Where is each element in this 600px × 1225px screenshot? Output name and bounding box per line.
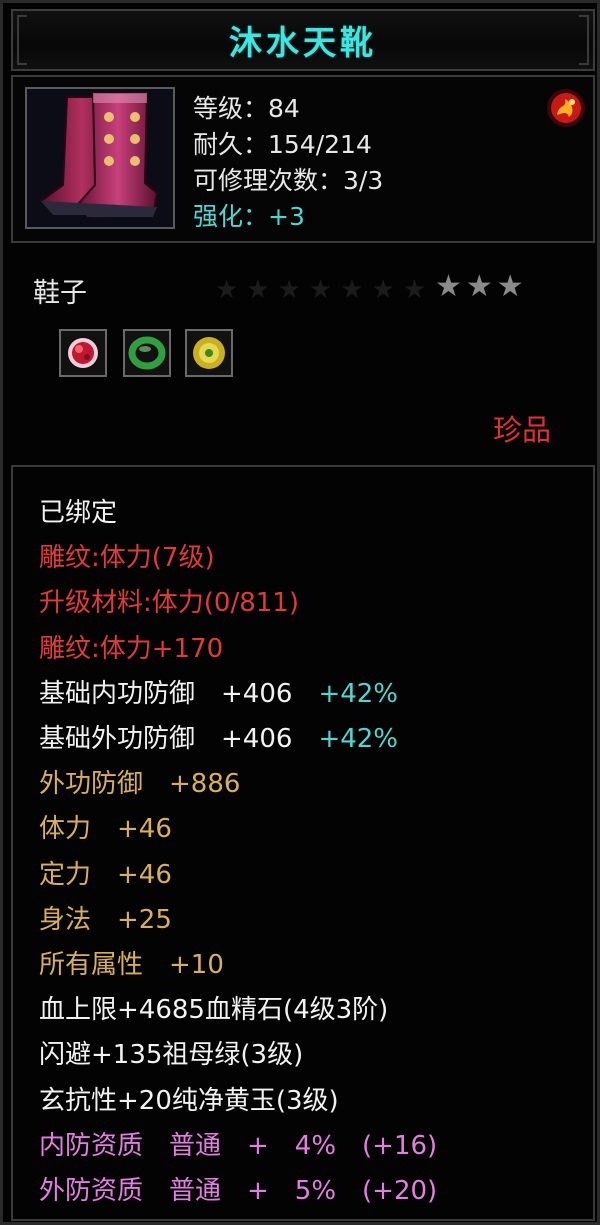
enhance-text: 强化：+3 [193,202,305,231]
base-outer-defense-percent: +42% [318,724,399,755]
green-jade-ring-icon [123,329,171,377]
engrave-line: 雕纹:体力(7级) [39,543,215,574]
rarity-label: 珍品 [492,413,551,447]
base-outer-defense-value: 基础外功防御 +406 [39,724,293,755]
title-corner-left [17,15,27,65]
yellow-jade-icon [185,329,233,377]
durability-text: 耐久：154/214 [193,130,372,159]
outer-defense-quality-line: 外防资质 普通 + 5% (+20) [39,1176,438,1207]
outer-defense-line: 外功防御 +886 [39,769,241,800]
bound-status: 已绑定 [39,498,118,528]
engrave-bonus-line: 雕纹:体力+170 [39,633,224,664]
inner-defense-quality-line: 内防资质 普通 + 4% (+16) [39,1130,438,1161]
base-outer-defense-line: 基础外功防御 +406 +42% [39,717,437,762]
level-text: 等级：84 [193,94,300,123]
fire-emblem-icon [545,87,587,129]
attributes-panel: 已绑定 雕纹:体力(7级) 升级材料:体力(0/811) 雕纹:体力+170 基… [11,465,595,1221]
hp-gem-line: 血上限+4685血精石(4级3阶) [39,995,389,1026]
item-header-panel: 等级：84 耐久：154/214 可修理次数：3/3 强化：+3 [11,75,595,243]
item-stats: 等级：84 耐久：154/214 可修理次数：3/3 强化：+3 [193,91,383,235]
title-bar: 沐水天靴 [11,9,595,71]
base-inner-defense-line: 基础内功防御 +406 +42% [39,672,437,717]
dodge-gem-line: 闪避+135祖母绿(3级) [39,1040,304,1071]
red-gem-icon [59,329,107,377]
agility-line: 身法 +25 [39,904,172,935]
faded-star-rating: ★★★★★★★ [215,275,435,305]
focus-line: 定力 +46 [39,859,172,890]
star-rating: ★★★ [435,269,528,304]
repair-count-text: 可修理次数：3/3 [193,166,384,195]
boots-icon [25,87,175,229]
item-tooltip: 沐水天靴 等级：84 耐久：154/214 可修理次数：3/3 强化：+3 鞋子… [0,0,600,1225]
attribute-list: 已绑定 雕纹:体力(7级) 升级材料:体力(0/811) 雕纹:体力+170 基… [39,491,437,1214]
base-inner-defense-percent: +42% [318,678,399,709]
all-attributes-line: 所有属性 +10 [39,950,224,981]
xuan-resist-gem-line: 玄抗性+20纯净黄玉(3级) [39,1085,339,1116]
stamina-line: 体力 +46 [39,814,172,845]
item-type: 鞋子 [33,278,87,309]
item-name: 沐水天靴 [229,23,377,62]
base-inner-defense-value: 基础内功防御 +406 [39,678,293,709]
upgrade-material-line: 升级材料:体力(0/811) [39,588,299,619]
title-corner-right [579,15,589,65]
